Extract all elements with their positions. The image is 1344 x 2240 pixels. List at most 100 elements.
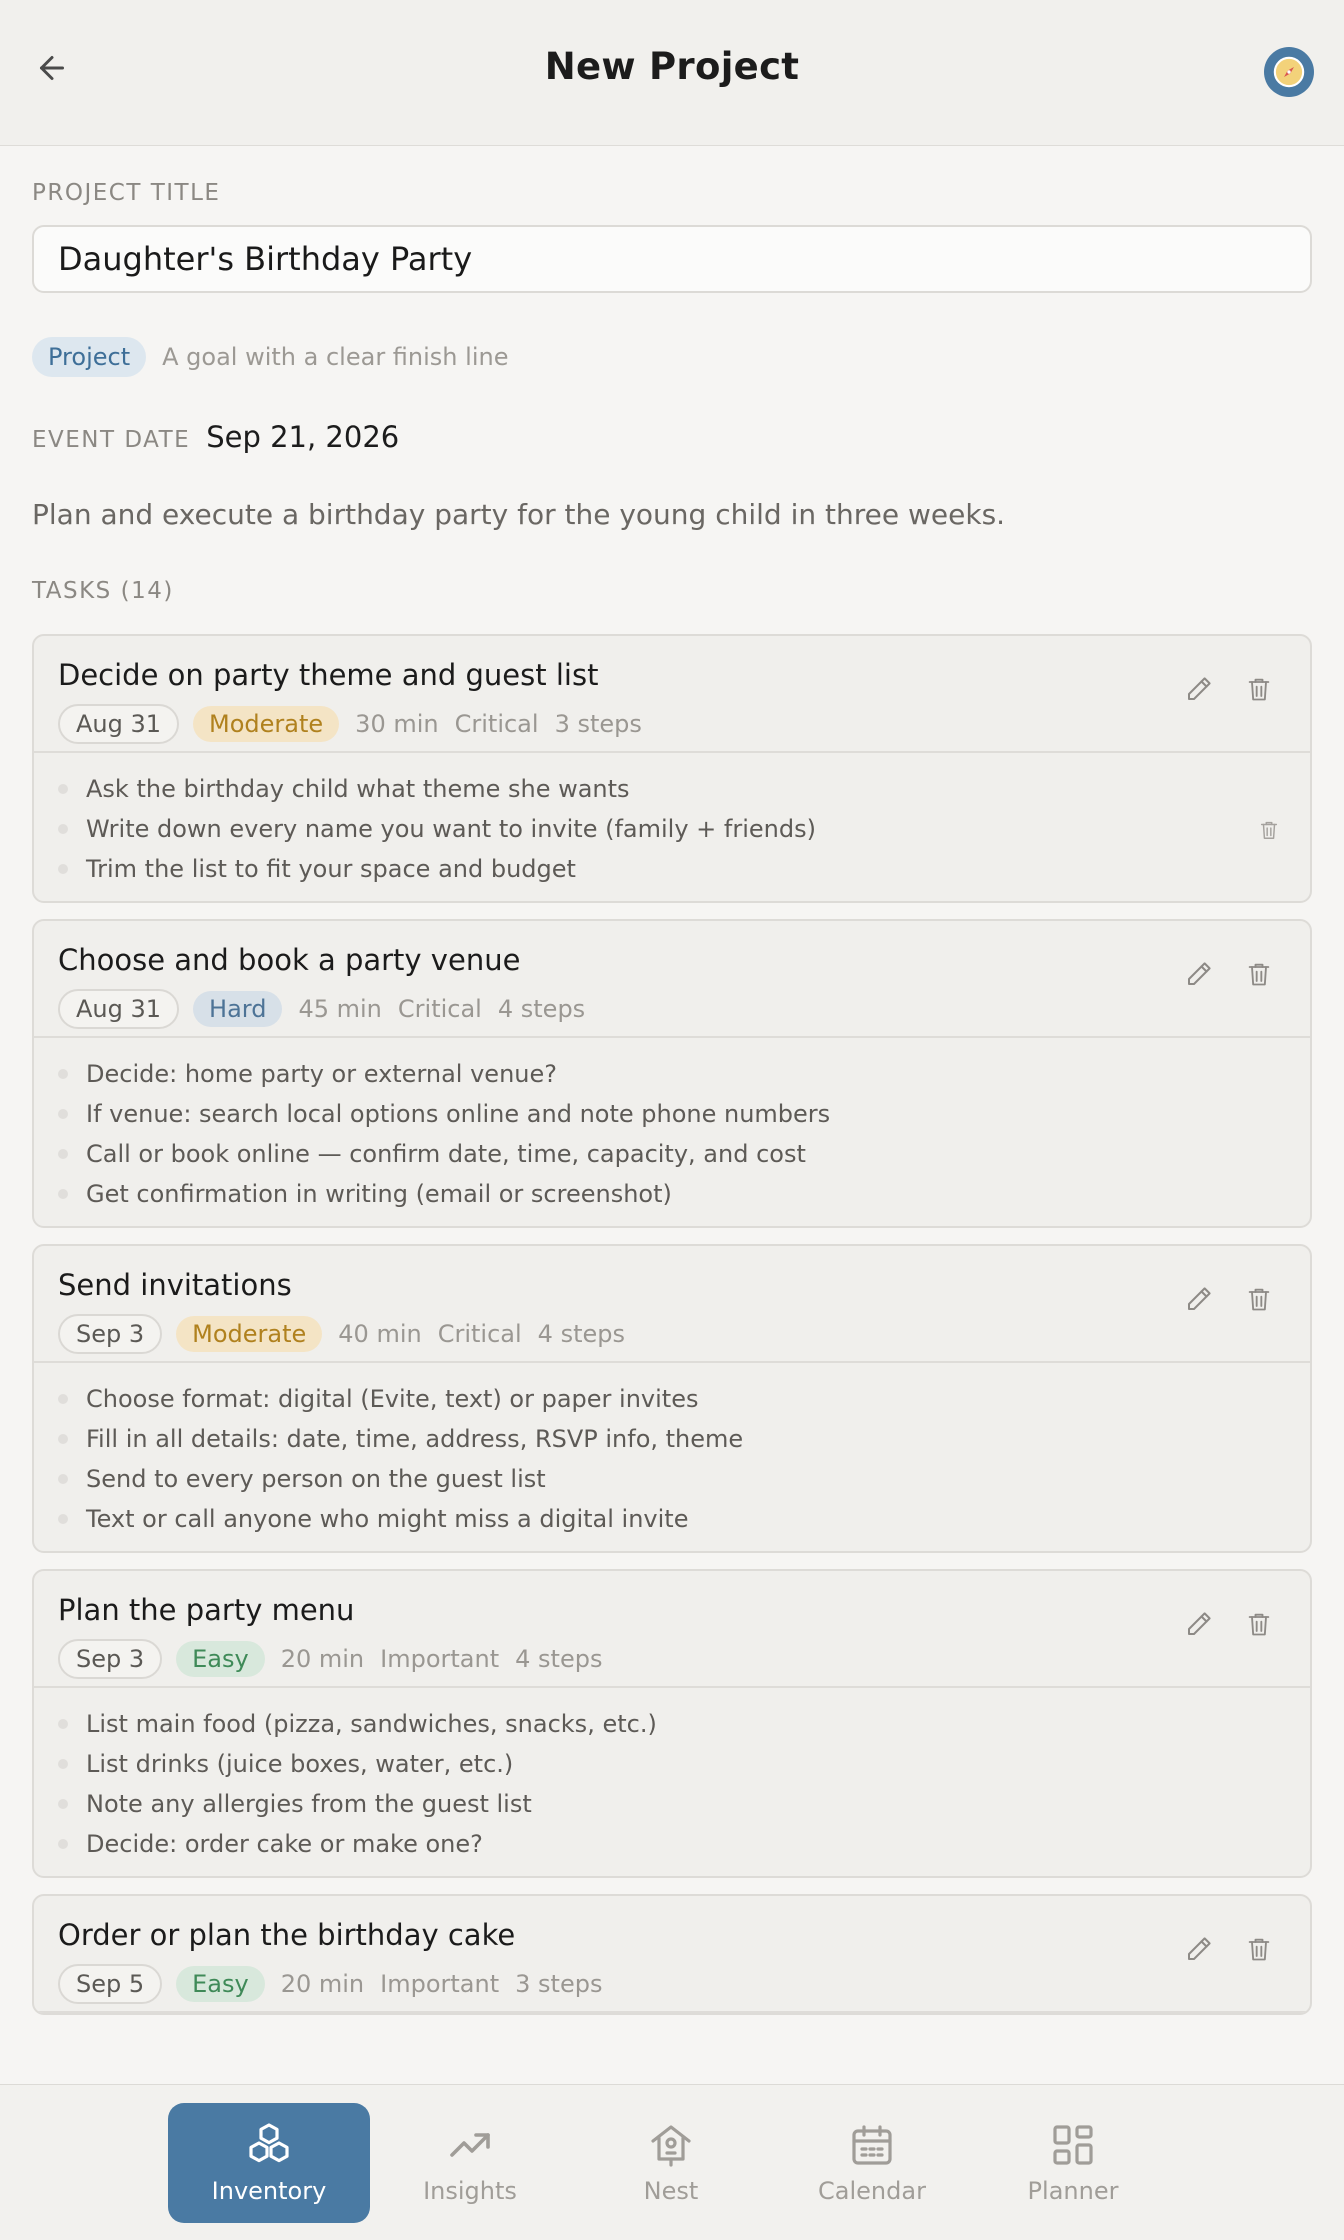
task-header: Order or plan the birthday cake Sep 5 Ea… — [34, 1896, 1310, 2013]
birdhouse-icon — [651, 2125, 691, 2167]
bullet-icon — [58, 1434, 68, 1444]
task-steps-count: 3 steps — [515, 1970, 603, 1998]
task-card[interactable]: Decide on party theme and guest list Aug… — [32, 634, 1312, 903]
nav-inventory[interactable]: Inventory — [168, 2103, 370, 2223]
task-actions — [1182, 957, 1276, 991]
nav-label: Inventory — [211, 2177, 327, 2205]
delete-task-button[interactable] — [1242, 957, 1276, 991]
bullet-icon — [58, 1799, 68, 1809]
task-meta: Aug 31 Moderate 30 min Critical 3 steps — [58, 704, 1286, 744]
nav-label: Calendar — [818, 2177, 926, 2205]
task-list: Decide on party theme and guest list Aug… — [32, 634, 1312, 2031]
task-title[interactable]: Send invitations — [58, 1268, 1286, 1302]
task-priority: Important — [380, 1970, 500, 1998]
step-item[interactable]: List drinks (juice boxes, water, etc.) — [58, 1744, 1286, 1784]
task-title[interactable]: Order or plan the birthday cake — [58, 1918, 1286, 1952]
task-title[interactable]: Plan the party menu — [58, 1593, 1286, 1627]
edit-task-button[interactable] — [1182, 1607, 1216, 1641]
step-item[interactable]: Send to every person on the guest list — [58, 1459, 1286, 1499]
task-date-chip[interactable]: Aug 31 — [58, 704, 180, 744]
task-priority: Critical — [397, 995, 482, 1023]
cubes-icon — [249, 2123, 289, 2163]
trash-icon — [1248, 1938, 1270, 1961]
delete-step-button[interactable] — [1252, 813, 1286, 847]
edit-task-button[interactable] — [1182, 672, 1216, 706]
step-item[interactable]: Get confirmation in writing (email or sc… — [58, 1174, 1286, 1214]
pencil-icon — [1188, 1937, 1211, 1960]
nav-calendar[interactable]: Calendar — [771, 2103, 973, 2223]
compass-icon — [1273, 56, 1305, 88]
step-text: If venue: search local options online an… — [86, 1100, 831, 1128]
step-item[interactable]: Fill in all details: date, time, address… — [58, 1419, 1286, 1459]
task-date-chip[interactable]: Sep 3 — [58, 1314, 163, 1354]
task-steps-count: 4 steps — [515, 1645, 603, 1673]
delete-task-button[interactable] — [1242, 1282, 1276, 1316]
task-date-chip[interactable]: Sep 5 — [58, 1964, 163, 2004]
edit-task-button[interactable] — [1182, 1282, 1216, 1316]
step-text: Decide: order cake or make one? — [86, 1830, 483, 1858]
task-steps: Choose format: digital (Evite, text) or … — [34, 1363, 1310, 1551]
task-priority: Important — [380, 1645, 500, 1673]
step-item[interactable]: Write down every name you want to invite… — [58, 809, 1286, 849]
project-type-chip[interactable]: Project — [32, 337, 147, 377]
trash-icon — [1260, 821, 1278, 839]
difficulty-chip[interactable]: Hard — [193, 991, 283, 1027]
delete-task-button[interactable] — [1242, 672, 1276, 706]
nav-insights[interactable]: Insights — [369, 2103, 571, 2223]
pencil-icon — [1188, 1612, 1211, 1635]
project-title-input[interactable] — [32, 225, 1312, 293]
edit-task-button[interactable] — [1182, 957, 1216, 991]
event-date-value[interactable]: Sep 21, 2026 — [206, 420, 399, 454]
difficulty-chip[interactable]: Easy — [176, 1641, 265, 1677]
task-meta: Aug 31 Hard 45 min Critical 4 steps — [58, 989, 1286, 1029]
task-card[interactable]: Order or plan the birthday cake Sep 5 Ea… — [32, 1894, 1312, 2015]
task-header: Decide on party theme and guest list Aug… — [34, 636, 1310, 753]
task-date-chip[interactable]: Aug 31 — [58, 989, 180, 1029]
step-item[interactable]: Note any allergies from the guest list — [58, 1784, 1286, 1824]
delete-task-button[interactable] — [1242, 1607, 1276, 1641]
step-item[interactable]: Call or book online — confirm date, time… — [58, 1134, 1286, 1174]
difficulty-chip[interactable]: Moderate — [193, 706, 340, 742]
step-item[interactable]: Trim the list to fit your space and budg… — [58, 849, 1286, 889]
step-item[interactable]: Ask the birthday child what theme she wa… — [58, 769, 1286, 809]
step-text: Send to every person on the guest list — [86, 1465, 546, 1493]
task-duration: 20 min — [280, 1645, 365, 1673]
task-date-chip[interactable]: Sep 3 — [58, 1639, 163, 1679]
nav-label: Planner — [1027, 2177, 1119, 2205]
nav-planner[interactable]: Planner — [972, 2103, 1174, 2223]
step-item[interactable]: Choose format: digital (Evite, text) or … — [58, 1379, 1286, 1419]
bullet-icon — [58, 824, 68, 834]
task-steps-count: 4 steps — [497, 995, 586, 1023]
project-description[interactable]: Plan and execute a birthday party for th… — [32, 498, 1312, 531]
bullet-icon — [58, 1759, 68, 1769]
step-item[interactable]: Text or call anyone who might miss a dig… — [58, 1499, 1286, 1539]
delete-task-button[interactable] — [1242, 1932, 1276, 1966]
task-title[interactable]: Decide on party theme and guest list — [58, 658, 1286, 692]
task-card[interactable]: Plan the party menu Sep 3 Easy 20 min Im… — [32, 1569, 1312, 1878]
task-priority: Critical — [454, 710, 539, 738]
step-text: Trim the list to fit your space and budg… — [86, 855, 576, 883]
difficulty-chip[interactable]: Easy — [176, 1966, 265, 2002]
step-item[interactable]: Decide: home party or external venue? — [58, 1054, 1286, 1094]
event-date-row[interactable]: EVENT DATE Sep 21, 2026 — [32, 420, 399, 454]
step-item[interactable]: List main food (pizza, sandwiches, snack… — [58, 1704, 1286, 1744]
grid-icon — [1053, 2125, 1093, 2165]
step-item[interactable]: If venue: search local options online an… — [58, 1094, 1286, 1134]
step-item[interactable]: Decide: order cake or make one? — [58, 1824, 1286, 1864]
bullet-icon — [58, 1069, 68, 1079]
task-duration: 45 min — [298, 995, 382, 1023]
difficulty-chip[interactable]: Moderate — [176, 1316, 323, 1352]
task-steps-count: 3 steps — [554, 710, 642, 738]
bullet-icon — [58, 864, 68, 874]
edit-task-button[interactable] — [1182, 1932, 1216, 1966]
nav-nest[interactable]: Nest — [570, 2103, 772, 2223]
task-card[interactable]: Choose and book a party venue Aug 31 Har… — [32, 919, 1312, 1228]
task-title[interactable]: Choose and book a party venue — [58, 943, 1286, 977]
bullet-icon — [58, 1719, 68, 1729]
trash-icon — [1248, 678, 1270, 701]
bullet-icon — [58, 1149, 68, 1159]
bottom-nav: Inventory Insights Nest Calendar Planner — [0, 2084, 1344, 2240]
task-card[interactable]: Send invitations Sep 3 Moderate 40 min C… — [32, 1244, 1312, 1553]
compass-button[interactable] — [1264, 47, 1314, 97]
task-header: Choose and book a party venue Aug 31 Har… — [34, 921, 1310, 1038]
